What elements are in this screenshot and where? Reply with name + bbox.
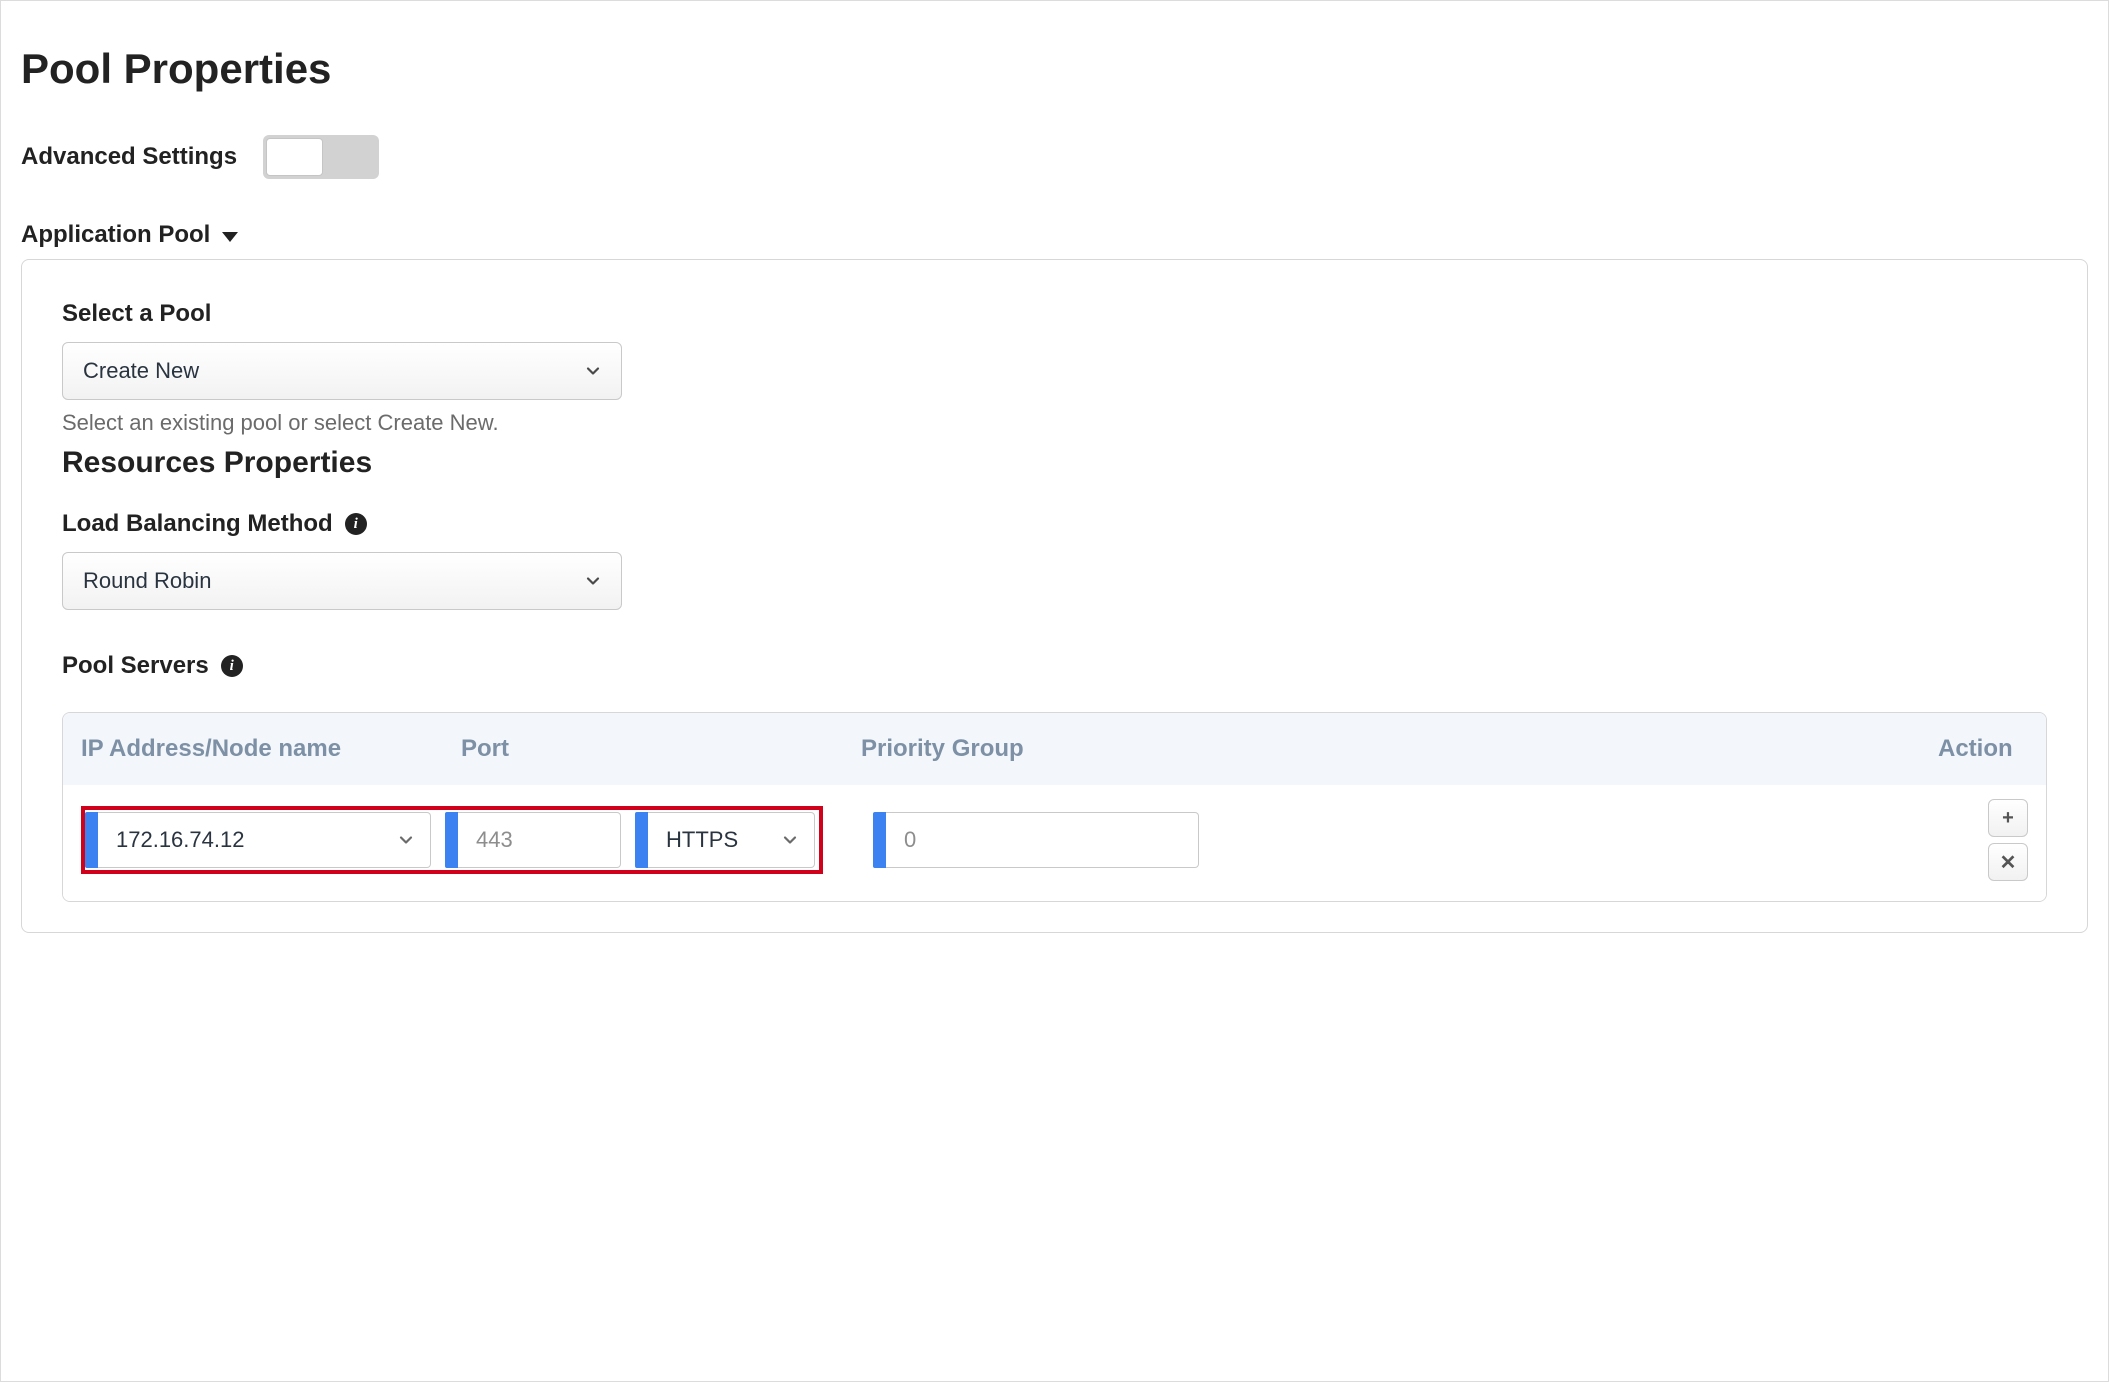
close-icon: ✕ [2000,850,2017,875]
chevron-down-icon [585,363,601,379]
select-pool-field: Select a Pool Create New Select an exist… [62,300,2047,436]
select-pool-dropdown[interactable]: Create New [62,342,622,400]
chevron-down-icon [782,832,798,848]
application-pool-panel: Select a Pool Create New Select an exist… [21,259,2088,933]
load-balancing-value: Round Robin [83,568,211,594]
pool-servers-header: IP Address/Node name Port Priority Group… [63,713,2046,785]
edit-marker [873,812,886,868]
remove-row-button[interactable]: ✕ [1988,843,2028,881]
column-header-port: Port [461,735,861,763]
action-buttons: + ✕ [1988,799,2028,881]
chevron-down-icon [398,832,414,848]
select-pool-help: Select an existing pool or select Create… [62,410,2047,436]
add-row-button[interactable]: + [1988,799,2028,837]
pool-servers-label: Pool Servers [62,652,209,680]
load-balancing-label: Load Balancing Method [62,510,333,538]
load-balancing-dropdown[interactable]: Round Robin [62,552,622,610]
resources-properties-heading: Resources Properties [62,446,2047,480]
ip-address-input[interactable]: 172.16.74.12 [85,812,431,868]
plus-icon: + [2002,807,2014,830]
edit-marker [445,812,458,868]
select-pool-value: Create New [83,358,199,384]
application-pool-section-header[interactable]: Application Pool [21,221,238,249]
protocol-value: HTTPS [666,827,738,853]
highlighted-inputs: 172.16.74.12 443 HTTPS [81,806,823,874]
priority-wrap: 0 [873,812,1199,868]
select-pool-label: Select a Pool [62,300,2047,328]
ip-address-value: 172.16.74.12 [116,827,244,853]
info-icon[interactable]: i [345,513,367,535]
advanced-settings-toggle[interactable] [263,135,379,179]
port-value: 443 [476,827,513,853]
advanced-settings-row: Advanced Settings [21,135,2088,179]
edit-marker [85,812,98,868]
load-balancing-field: Load Balancing Method i Round Robin [62,510,2047,610]
chevron-down-icon [585,573,601,589]
priority-value: 0 [904,827,916,853]
pool-properties-panel: Pool Properties Advanced Settings Applic… [0,0,2109,1382]
info-icon[interactable]: i [221,655,243,677]
protocol-select[interactable]: HTTPS [635,812,815,868]
pool-servers-row: 172.16.74.12 443 HTTPS [63,785,2046,901]
page-title: Pool Properties [21,45,2088,93]
toggle-knob [266,138,323,176]
column-header-action: Action [1938,735,2028,763]
caret-down-icon [222,232,238,242]
column-header-priority: Priority Group [861,735,1231,763]
priority-input[interactable]: 0 [873,812,1199,868]
pool-servers-table: IP Address/Node name Port Priority Group… [62,712,2047,902]
port-input[interactable]: 443 [445,812,621,868]
edit-marker [635,812,648,868]
application-pool-section-title: Application Pool [21,221,210,249]
column-header-ip: IP Address/Node name [81,735,461,763]
advanced-settings-label: Advanced Settings [21,143,237,171]
